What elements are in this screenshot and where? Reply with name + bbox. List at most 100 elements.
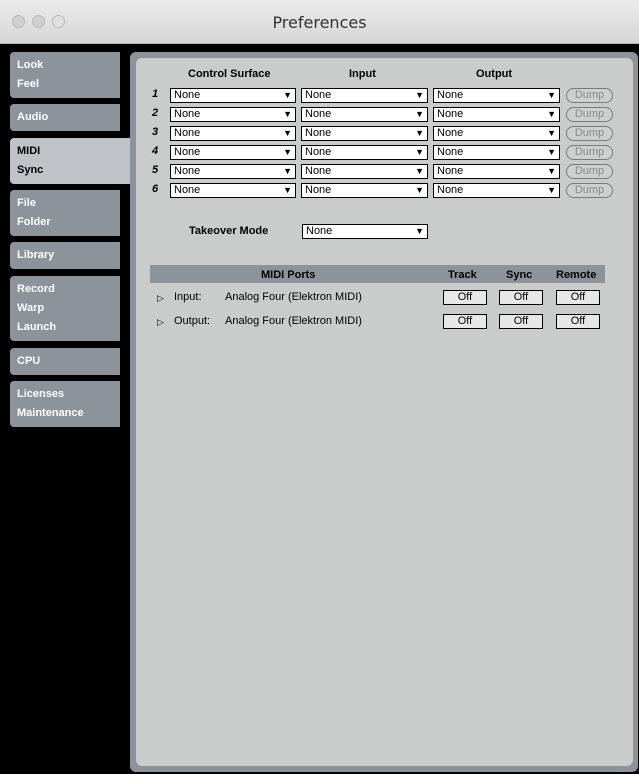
output-select[interactable]: None ▼	[433, 145, 560, 160]
tab-midi-sync[interactable]: MIDI Sync	[10, 138, 134, 184]
dropdown-arrow-icon: ▼	[283, 166, 292, 176]
dropdown-arrow-icon: ▼	[415, 166, 424, 176]
dropdown-arrow-icon: ▼	[283, 147, 292, 157]
sync-toggle[interactable]: Off	[499, 290, 543, 305]
dropdown-arrow-icon: ▼	[415, 185, 424, 195]
tab-library[interactable]: Library	[10, 242, 120, 269]
select-value: None	[437, 127, 464, 139]
port-device-name: Analog Four (Elektron MIDI)	[225, 315, 362, 327]
title-bar: Preferences	[0, 0, 639, 44]
input-select[interactable]: None ▼	[301, 126, 428, 141]
input-select[interactable]: None ▼	[301, 88, 428, 103]
output-select[interactable]: None ▼	[433, 107, 560, 122]
tab-cpu[interactable]: CPU	[10, 348, 120, 375]
remote-column-header: Remote	[556, 269, 597, 281]
port-direction: Input:	[174, 291, 202, 303]
input-select[interactable]: None ▼	[301, 183, 428, 198]
tab-file-folder[interactable]: File Folder	[10, 190, 120, 236]
control-surface-select[interactable]: None ▼	[170, 164, 296, 179]
select-value: None	[174, 165, 201, 177]
tab-label: Warp	[17, 302, 45, 314]
expand-triangle-icon[interactable]: ▷	[157, 293, 164, 304]
output-select[interactable]: None ▼	[433, 88, 560, 103]
dropdown-arrow-icon: ▼	[547, 109, 556, 119]
dropdown-arrow-icon: ▼	[547, 128, 556, 138]
dump-button[interactable]: Dump	[566, 145, 613, 160]
takeover-mode-select[interactable]: None ▼	[302, 224, 428, 239]
port-device-name: Analog Four (Elektron MIDI)	[225, 291, 362, 303]
surface-row-number: 5	[152, 164, 159, 176]
track-column-header: Track	[448, 269, 477, 281]
tab-label: Library	[17, 249, 55, 261]
dropdown-arrow-icon: ▼	[283, 90, 292, 100]
dropdown-arrow-icon: ▼	[415, 226, 424, 236]
select-value: None	[437, 165, 464, 177]
track-toggle[interactable]: Off	[443, 314, 487, 329]
tab-label: Feel	[17, 78, 40, 90]
control-surface-select[interactable]: None ▼	[170, 126, 296, 141]
dump-button[interactable]: Dump	[566, 88, 613, 103]
sync-toggle[interactable]: Off	[499, 314, 543, 329]
dump-button[interactable]: Dump	[566, 164, 613, 179]
output-select[interactable]: None ▼	[433, 183, 560, 198]
sync-column-header: Sync	[506, 269, 533, 281]
surface-row-number: 3	[152, 126, 159, 138]
select-value: None	[305, 89, 332, 101]
dropdown-arrow-icon: ▼	[283, 109, 292, 119]
select-value: None	[174, 146, 201, 158]
control-surface-select[interactable]: None ▼	[170, 145, 296, 160]
expand-triangle-icon[interactable]: ▷	[157, 317, 164, 328]
takeover-mode-label: Takeover Mode	[189, 225, 269, 237]
port-direction: Output:	[174, 315, 211, 327]
input-header: Input	[349, 68, 376, 80]
dropdown-arrow-icon: ▼	[283, 185, 292, 195]
dump-button[interactable]: Dump	[566, 107, 613, 122]
select-value: None	[305, 127, 332, 139]
select-value: None	[437, 184, 464, 196]
control-surface-select[interactable]: None ▼	[170, 107, 296, 122]
tab-label: Licenses	[17, 388, 65, 400]
tab-look-feel[interactable]: Look Feel	[10, 52, 120, 98]
dropdown-arrow-icon: ▼	[547, 90, 556, 100]
midi-ports-header-bar	[150, 265, 605, 283]
select-value: None	[437, 89, 464, 101]
select-value: None	[305, 184, 332, 196]
output-select[interactable]: None ▼	[433, 164, 560, 179]
surface-row-number: 6	[152, 183, 159, 195]
remote-toggle[interactable]: Off	[556, 290, 600, 305]
dump-button[interactable]: Dump	[566, 183, 613, 198]
dropdown-arrow-icon: ▼	[415, 128, 424, 138]
track-toggle[interactable]: Off	[443, 290, 487, 305]
select-value: None	[437, 108, 464, 120]
tab-label: Record	[17, 283, 55, 295]
dropdown-arrow-icon: ▼	[547, 166, 556, 176]
select-value: None	[437, 146, 464, 158]
input-select[interactable]: None ▼	[301, 164, 428, 179]
dropdown-arrow-icon: ▼	[547, 185, 556, 195]
select-value: None	[305, 165, 332, 177]
control-surface-select[interactable]: None ▼	[170, 183, 296, 198]
input-select[interactable]: None ▼	[301, 145, 428, 160]
window-title: Preferences	[272, 13, 367, 32]
output-select[interactable]: None ▼	[433, 126, 560, 141]
select-value: None	[174, 108, 201, 120]
input-select[interactable]: None ▼	[301, 107, 428, 122]
surface-row-number: 2	[152, 107, 159, 119]
tab-label: Audio	[17, 111, 49, 123]
tab-label: Look	[17, 59, 44, 71]
tab-audio[interactable]: Audio	[10, 104, 120, 131]
dropdown-arrow-icon: ▼	[415, 90, 424, 100]
select-value: None	[306, 225, 333, 237]
dropdown-arrow-icon: ▼	[415, 147, 424, 157]
control-surface-header: Control Surface	[188, 68, 271, 80]
tab-record-warp-launch[interactable]: Record Warp Launch	[10, 276, 120, 341]
remote-toggle[interactable]: Off	[556, 314, 600, 329]
tab-licenses-maintenance[interactable]: Licenses Maintenance	[10, 381, 120, 427]
surface-row-number: 4	[152, 145, 159, 157]
dropdown-arrow-icon: ▼	[547, 147, 556, 157]
control-surface-select[interactable]: None ▼	[170, 88, 296, 103]
tab-label: CPU	[17, 355, 41, 367]
preferences-window: Look Feel Audio MIDI Sync File Folder Li…	[0, 44, 639, 774]
dump-button[interactable]: Dump	[566, 126, 613, 141]
tab-label: MIDI	[17, 145, 41, 157]
